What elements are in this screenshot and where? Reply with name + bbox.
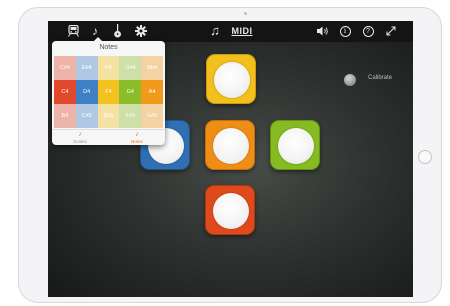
volume-icon[interactable]: [316, 23, 330, 39]
note-label: F4: [105, 89, 112, 95]
note-cell[interactable]: C#4: [54, 56, 76, 80]
pad-bottom-red[interactable]: [205, 185, 255, 235]
help-icon[interactable]: ?: [361, 23, 375, 39]
music-note-icon: ♪: [135, 131, 139, 138]
note-label: F4: [105, 65, 112, 71]
note-cell[interactable]: F4: [97, 56, 120, 80]
note-cell[interactable]: C4: [54, 80, 76, 104]
notes-popover: Notes C#4 Eb4 F4 G#4 Bb4 C4 D4 F4 G4 A4 B4 C#5 Eb5 F#…: [52, 41, 165, 145]
tab-label: Scales: [73, 139, 87, 144]
calibrate-button[interactable]: [344, 74, 356, 86]
tab-label: Notes: [131, 139, 143, 144]
note-label: G#5: [146, 113, 158, 119]
pad-disc: [214, 62, 250, 98]
notes-grid: C#4 Eb4 F4 G#4 Bb4 C4 D4 F4 G4 A4 B4 C#5 Eb5 F#5 G#5: [54, 56, 163, 128]
note-cell[interactable]: Eb4: [75, 56, 98, 80]
pad-disc: [213, 128, 249, 164]
double-music-note-icon[interactable]: ♫: [208, 23, 222, 39]
note-cell[interactable]: G#4: [119, 56, 142, 80]
pad-disc: [278, 128, 314, 164]
info-glyph: i: [339, 25, 351, 37]
note-cell[interactable]: G#5: [141, 104, 163, 128]
popover-title: Notes: [99, 44, 118, 51]
calibrate-label: Calibrate: [368, 75, 393, 81]
note-label: C#5: [81, 113, 92, 119]
expand-icon[interactable]: [385, 23, 397, 39]
note-label: Bb4: [147, 65, 157, 71]
info-icon[interactable]: i: [338, 23, 352, 39]
tab-scales[interactable]: ♪ Scales: [52, 131, 108, 145]
note-label: G#4: [125, 65, 136, 71]
note-label: A4: [148, 89, 156, 95]
pad-center-orange[interactable]: [205, 120, 255, 170]
popover-arrow: [93, 37, 103, 42]
home-button[interactable]: [418, 150, 432, 164]
pad-disc: [213, 193, 249, 229]
note-label: F#5: [125, 113, 136, 119]
tab-notes[interactable]: ♪ Notes: [109, 131, 165, 145]
help-glyph: ?: [362, 25, 374, 37]
train-icon[interactable]: [66, 23, 80, 39]
note-label: B4: [61, 113, 69, 119]
note-cell[interactable]: B4: [54, 104, 76, 128]
note-cell[interactable]: C#5: [75, 104, 98, 128]
note-cell[interactable]: F#5: [119, 104, 142, 128]
gear-icon[interactable]: [134, 23, 148, 39]
note-label: C#4: [59, 65, 70, 71]
pad-right-green[interactable]: [270, 120, 320, 170]
camera: [244, 12, 247, 15]
note-cell[interactable]: A4: [141, 80, 163, 104]
note-cell[interactable]: G4: [119, 80, 142, 104]
tuning-fork-icon: ♪: [78, 131, 82, 138]
app-screen: ♪ ♫ MIDI i ? Calibrate Notes C#4 Eb4 F4 G#4…: [48, 21, 413, 297]
midi-icon[interactable]: MIDI: [232, 23, 253, 39]
note-label: G4: [126, 89, 134, 95]
note-label: Eb4: [81, 65, 92, 71]
popover-tab-bar: ♪ Scales ♪ Notes: [52, 129, 165, 145]
note-cell[interactable]: Eb5: [97, 104, 120, 128]
note-label: D4: [83, 89, 91, 95]
note-label: C4: [61, 89, 69, 95]
guitar-icon[interactable]: [111, 23, 123, 39]
note-label: Eb5: [103, 113, 114, 119]
note-cell[interactable]: D4: [75, 80, 98, 104]
pad-top-yellow[interactable]: [206, 54, 256, 104]
note-cell[interactable]: Bb4: [141, 56, 163, 80]
note-cell[interactable]: F4: [97, 80, 120, 104]
